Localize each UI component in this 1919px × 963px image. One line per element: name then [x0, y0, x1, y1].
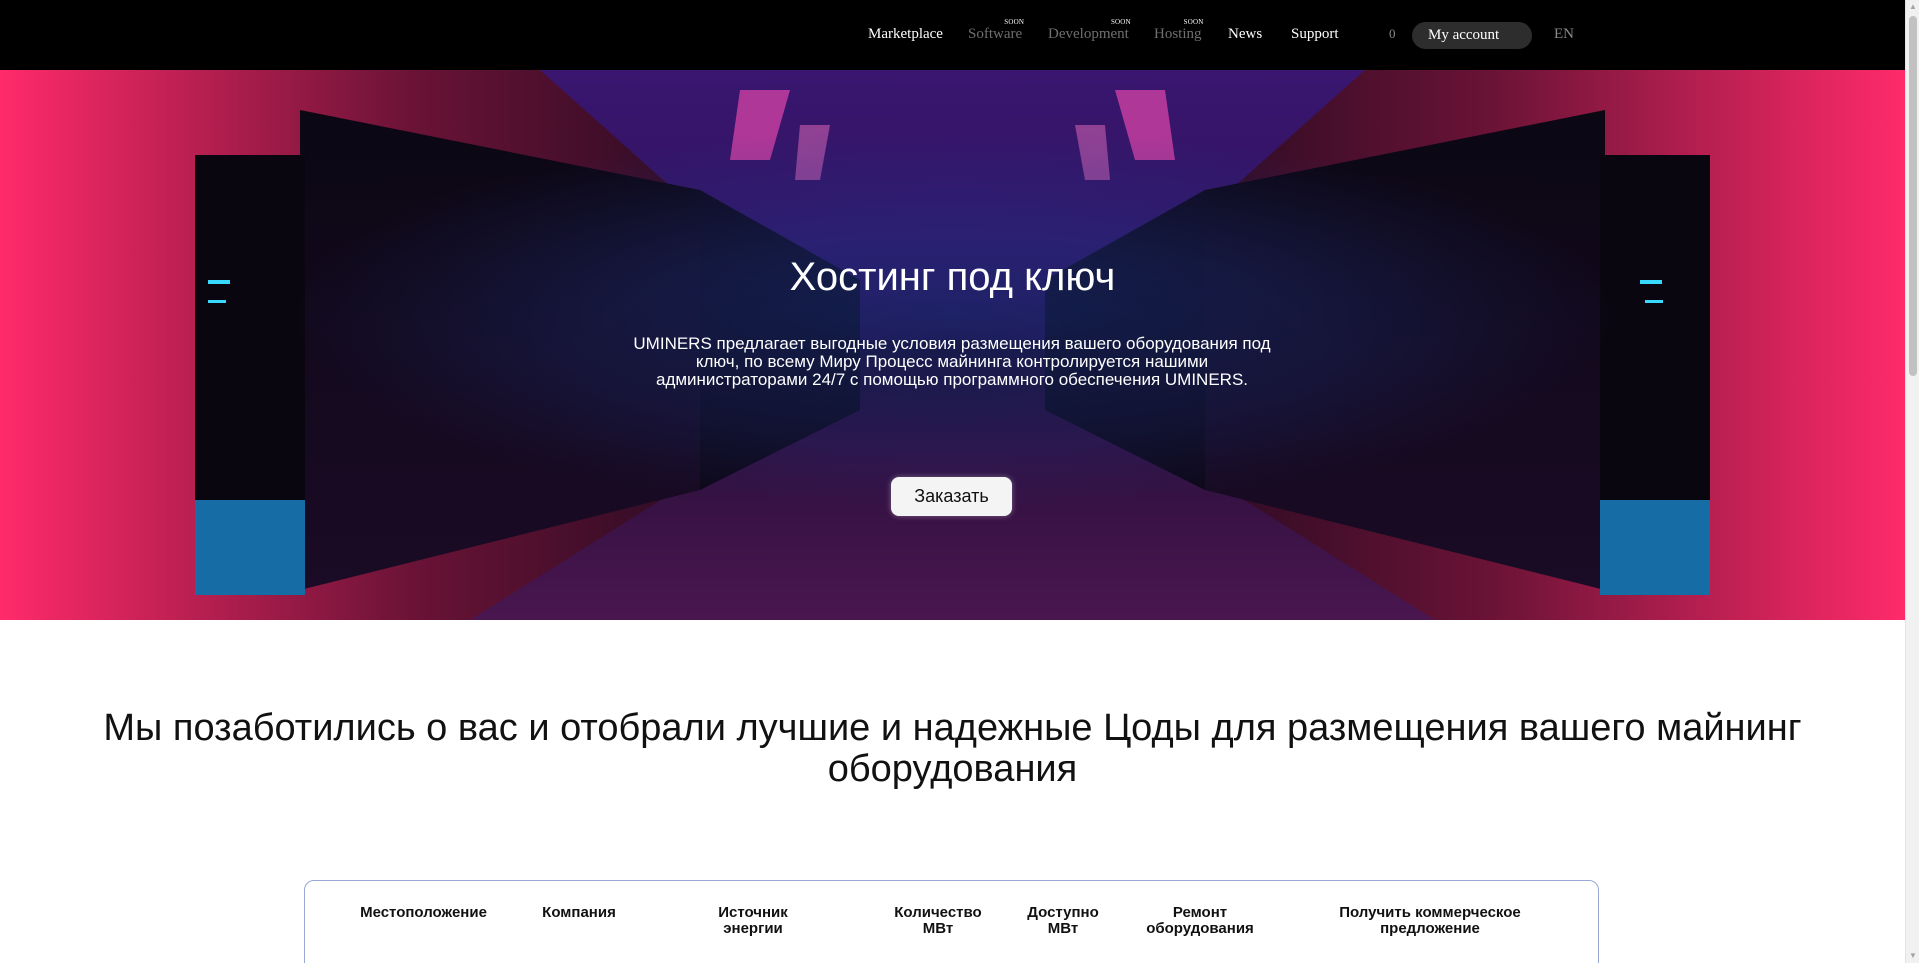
hero-title: Хостинг под ключ [789, 255, 1116, 299]
column-header-available-mw: Доступно МВт [1027, 904, 1099, 937]
nav-software-label: Software [968, 26, 1023, 42]
nav-hosting-label: Hosting [1154, 26, 1202, 42]
nav-development-label: Development [1048, 26, 1129, 42]
column-header-energy-source: Источник энергии [718, 904, 788, 937]
scrollbar-thumb[interactable] [1909, 16, 1917, 376]
scroll-up-icon[interactable]: ▲ [1906, 0, 1919, 14]
nav-software: Software SOON [968, 18, 1024, 43]
top-navigation: Marketplace Software SOON Development SO… [0, 0, 1919, 70]
soon-badge: SOON [1004, 18, 1025, 26]
hero-banner: Хостинг под ключ UMINERS предлагает выго… [0, 70, 1905, 620]
nav-marketplace[interactable]: Marketplace [868, 26, 943, 43]
column-header-location: Местоположение [360, 904, 487, 921]
page-scrollbar[interactable]: ▲ ▼ [1905, 0, 1919, 963]
hero-description: UMINERS предлагает выгодные условия разм… [633, 334, 1271, 389]
section-title: Мы позаботились о вас и отобрали лучшие … [103, 707, 1802, 790]
nav-development: Development SOON [1048, 18, 1131, 43]
order-button[interactable]: Заказать [891, 477, 1012, 516]
soon-badge: SOON [1183, 18, 1204, 26]
column-header-company: Компания [542, 904, 616, 921]
column-header-total-mw: Количество МВт [894, 904, 982, 937]
my-account-button[interactable]: My account [1412, 22, 1532, 49]
soon-badge: SOON [1110, 18, 1131, 26]
column-header-get-offer: Получить коммерческое предложение [1339, 904, 1521, 937]
cart-count[interactable]: 0 [1389, 26, 1396, 42]
column-header-equipment-repair: Ремонт оборудования [1146, 904, 1254, 937]
language-switcher[interactable]: EN [1554, 26, 1574, 43]
nav-support[interactable]: Support [1291, 26, 1339, 43]
nav-hosting: Hosting SOON [1154, 18, 1203, 43]
nav-news[interactable]: News [1228, 26, 1262, 43]
scroll-down-icon[interactable]: ▼ [1906, 949, 1919, 963]
